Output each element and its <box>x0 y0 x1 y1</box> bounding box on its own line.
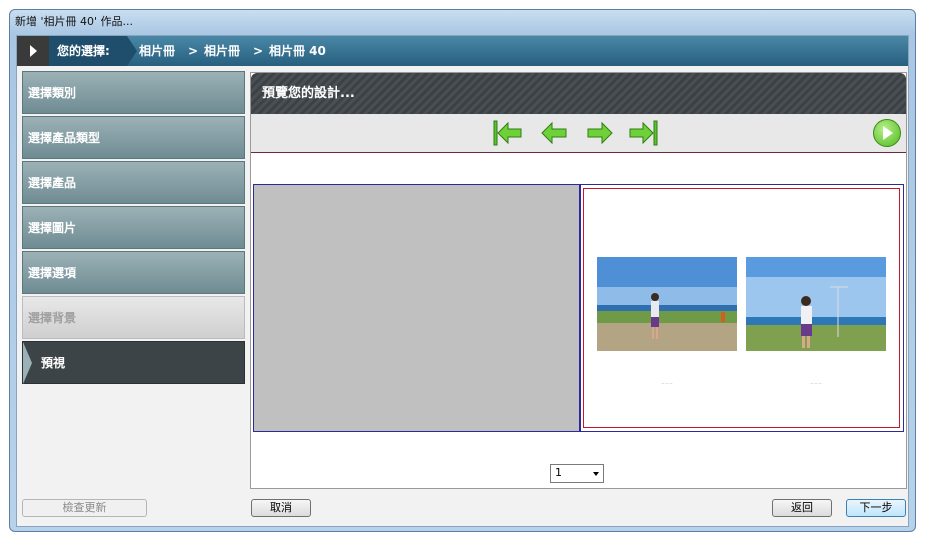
page-number-select[interactable]: 1 <box>550 464 604 483</box>
sidebar-item-category[interactable]: 選擇類別 <box>22 71 245 114</box>
breadcrumb-separator: > <box>253 44 264 58</box>
page-left <box>253 184 580 432</box>
sidebar-item-label: 預視 <box>41 356 66 370</box>
next-button[interactable]: 下一步 <box>846 499 906 517</box>
previous-page-button[interactable] <box>540 120 570 146</box>
check-update-button: 檢查更新 <box>22 499 147 517</box>
page-right: — — — — — — <box>580 184 904 432</box>
chevron-right-icon <box>23 342 32 384</box>
breadcrumb-item-3[interactable]: 相片冊 40 <box>269 36 326 66</box>
photo-2-image <box>746 257 886 351</box>
photo-2-caption: — — — <box>810 381 822 385</box>
breadcrumb: 您的選擇: 相片冊 > 相片冊 > 相片冊 40 <box>17 36 908 66</box>
sidebar: 選擇類別 選擇產品類型 選擇產品 選擇圖片 選擇選項 選擇背景 預視 <box>22 71 245 386</box>
chevron-down-icon <box>593 472 599 476</box>
next-page-button[interactable] <box>584 120 614 146</box>
back-button[interactable]: 返回 <box>772 499 832 517</box>
sidebar-item-options[interactable]: 選擇選項 <box>22 251 245 294</box>
breadcrumb-item-2[interactable]: 相片冊 <box>204 36 240 66</box>
sidebar-item-label: 選擇圖片 <box>28 221 77 235</box>
last-page-icon <box>629 120 658 146</box>
cancel-button[interactable]: 取消 <box>251 499 311 517</box>
photo-1-caption: — — — <box>661 381 673 385</box>
play-icon <box>883 126 893 140</box>
sidebar-item-pictures[interactable]: 選擇圖片 <box>22 206 245 249</box>
photo-1-image <box>597 257 737 351</box>
dialog-window: 新增 '相片冊 40' 作品... 您的選擇: 相片冊 > 相片冊 > 相片冊 … <box>9 9 916 532</box>
page-navigation-toolbar <box>251 114 906 153</box>
breadcrumb-separator: > <box>188 44 199 58</box>
page-safe-area: — — — — — — <box>583 188 900 428</box>
expand-button[interactable] <box>17 36 49 66</box>
sidebar-item-label: 選擇類別 <box>28 86 77 100</box>
last-page-button[interactable] <box>628 120 658 146</box>
photo-2[interactable] <box>746 257 886 351</box>
sidebar-item-label: 選擇選項 <box>28 266 77 280</box>
window-title: 新增 '相片冊 40' 作品... <box>15 15 134 28</box>
preview-title: 預覽您的設計... <box>251 73 906 114</box>
sidebar-item-product[interactable]: 選擇產品 <box>22 161 245 204</box>
next-page-icon <box>587 121 613 145</box>
sidebar-item-preview[interactable]: 預視 <box>22 341 245 384</box>
play-button[interactable] <box>873 119 901 147</box>
breadcrumb-label: 您的選擇: <box>57 44 110 58</box>
breadcrumb-item-1[interactable]: 相片冊 <box>139 36 175 66</box>
sidebar-item-product-type[interactable]: 選擇產品類型 <box>22 116 245 159</box>
sidebar-item-background: 選擇背景 <box>22 296 245 339</box>
sidebar-item-label: 選擇產品類型 <box>28 131 101 145</box>
photo-1[interactable] <box>597 257 737 351</box>
first-page-icon <box>493 120 522 146</box>
sidebar-item-label: 選擇背景 <box>28 311 77 325</box>
breadcrumb-label-tip <box>127 36 137 66</box>
dialog-client-area: 您的選擇: 相片冊 > 相片冊 > 相片冊 40 選擇類別 選擇產品類型 選擇產… <box>16 35 909 527</box>
prev-page-icon <box>541 121 567 145</box>
first-page-button[interactable] <box>493 120 523 146</box>
preview-panel: 預覽您的設計... — — — — — — 1 <box>250 72 907 489</box>
play-arrow-icon <box>30 45 37 57</box>
sidebar-item-label: 選擇產品 <box>28 176 77 190</box>
page-number-value: 1 <box>555 466 562 479</box>
